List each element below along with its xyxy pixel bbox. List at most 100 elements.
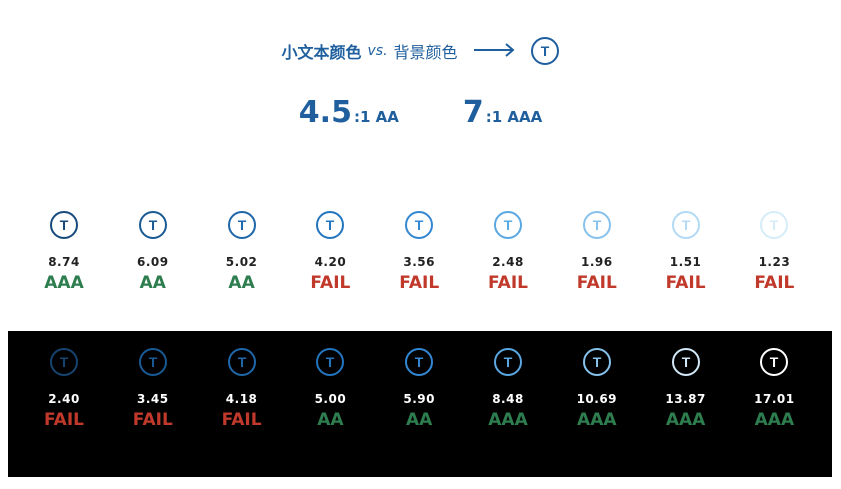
light-sample: T 6.09 AA xyxy=(113,194,193,340)
text-circle-icon: T xyxy=(315,210,345,240)
arrow-right-icon xyxy=(473,42,516,61)
wcag-grade: AAA xyxy=(665,410,706,430)
text-circle-icon: T xyxy=(138,210,168,240)
background-label: 背景颜色 xyxy=(393,43,458,62)
contrast-ratio-value: 17.01 xyxy=(754,392,795,406)
contrast-ratio-value: 3.45 xyxy=(136,392,169,406)
dark-sample: T 13.87 AAA xyxy=(646,331,726,477)
svg-text:T: T xyxy=(504,354,513,370)
svg-text:T: T xyxy=(593,354,602,370)
wcag-grade: FAIL xyxy=(754,273,795,293)
dark-sample: T 10.69 AAA xyxy=(557,331,637,477)
dark-sample: T 8.48 AAA xyxy=(468,331,548,477)
contrast-ratio-value: 5.02 xyxy=(225,255,258,269)
light-sample: T 8.74 AAA xyxy=(24,194,104,340)
text-circle-icon: T xyxy=(582,347,612,377)
text-circle-icon: T xyxy=(759,347,789,377)
svg-text:T: T xyxy=(415,217,424,233)
wcag-grade: AAA xyxy=(754,410,795,430)
contrast-ratio-value: 8.48 xyxy=(492,392,524,406)
wcag-grade: FAIL xyxy=(132,410,173,430)
svg-text:T: T xyxy=(149,354,158,370)
text-circle-icon: T xyxy=(759,210,789,240)
svg-text:T: T xyxy=(504,217,513,233)
wcag-grade: FAIL xyxy=(665,273,706,293)
svg-text:T: T xyxy=(237,354,246,370)
ratio-aaa-value: 7 xyxy=(462,95,484,130)
wcag-grade: FAIL xyxy=(576,273,617,293)
dark-sample: T 2.40 FAIL xyxy=(24,331,104,477)
dark-sample: T 3.45 FAIL xyxy=(113,331,193,477)
contrast-ratio-value: 3.56 xyxy=(403,255,435,269)
text-circle-icon: T xyxy=(49,347,79,377)
svg-text:T: T xyxy=(60,354,69,370)
dark-sample: T 5.90 AA xyxy=(379,331,459,477)
wcag-grade: AA xyxy=(406,410,433,430)
light-sample: T 1.96 FAIL xyxy=(557,194,637,340)
wcag-grade: AA xyxy=(317,410,344,430)
svg-text:T: T xyxy=(237,217,246,233)
contrast-ratio-value: 4.18 xyxy=(225,392,258,406)
text-circle-icon: T xyxy=(493,347,523,377)
dark-sample: T 5.00 AA xyxy=(290,331,370,477)
contrast-ratio-value: 2.48 xyxy=(492,255,524,269)
contrast-ratio-value: 2.40 xyxy=(48,392,80,406)
wcag-grade: AAA xyxy=(44,273,84,293)
text-circle-icon: T xyxy=(493,210,523,240)
light-sample: T 5.02 AA xyxy=(202,194,282,340)
svg-text:T: T xyxy=(681,354,690,370)
ratio-aa-value: 4.5 xyxy=(298,95,352,130)
text-circle-icon: T xyxy=(227,210,257,240)
contrast-ratio-value: 13.87 xyxy=(665,392,706,406)
contrast-ratio-value: 8.74 xyxy=(48,255,80,269)
light-sample: T 4.20 FAIL xyxy=(290,194,370,340)
text-circle-icon: T xyxy=(582,210,612,240)
wcag-grade: AA xyxy=(139,273,166,293)
svg-text:T: T xyxy=(326,354,335,370)
text-circle-icon: T xyxy=(315,347,345,377)
contrast-ratio-value: 1.96 xyxy=(580,255,613,269)
ratio-aaa: 7 :1 AAA xyxy=(463,95,542,130)
light-sample: T 2.48 FAIL xyxy=(468,194,548,340)
svg-text:T: T xyxy=(415,354,424,370)
contrast-ratio-value: 5.00 xyxy=(314,392,347,406)
light-sample: T 1.51 FAIL xyxy=(646,194,726,340)
svg-text:T: T xyxy=(60,217,69,233)
svg-text:T: T xyxy=(770,354,779,370)
dark-background-row: T 2.40 FAIL T 3.45 FAIL T 4.18 FAIL T 5.00 AA T 5.90 A… xyxy=(8,331,832,477)
svg-text:T: T xyxy=(326,217,335,233)
contrast-ratio-value: 1.23 xyxy=(758,255,791,269)
text-circle-icon: T xyxy=(404,347,434,377)
ratio-aaa-suffix: :1 AAA xyxy=(485,108,543,126)
small-text-label: 小文本颜色 xyxy=(281,43,362,62)
ratio-aa-suffix: :1 AA xyxy=(353,108,399,126)
contrast-ratio-value: 6.09 xyxy=(136,255,169,269)
contrast-ratio-value: 5.90 xyxy=(403,392,435,406)
text-circle-icon: T xyxy=(404,210,434,240)
wcag-grade: AA xyxy=(228,273,255,293)
text-circle-icon: T xyxy=(227,347,257,377)
ratio-aa: 4.5 :1 AA xyxy=(299,95,399,130)
wcag-grade: FAIL xyxy=(488,273,528,293)
wcag-grade: FAIL xyxy=(44,410,84,430)
text-circle-icon: T xyxy=(530,36,560,66)
contrast-ratio-value: 10.69 xyxy=(576,392,618,406)
wcag-grade: FAIL xyxy=(310,273,351,293)
text-circle-icon: T xyxy=(49,210,79,240)
vs-label: vs. xyxy=(367,43,388,59)
wcag-grade: FAIL xyxy=(399,273,440,293)
wcag-grade: AAA xyxy=(488,410,528,430)
light-background-row: T 8.74 AAA T 6.09 AA T 5.02 AA T 4.20 FAIL T 3.56 FAIL… xyxy=(8,194,832,340)
light-sample: T 1.23 FAIL xyxy=(734,194,814,340)
text-circle-icon: T xyxy=(671,347,701,377)
svg-text:T: T xyxy=(593,217,602,233)
text-circle-icon: T xyxy=(671,210,701,240)
wcag-grade: FAIL xyxy=(221,410,262,430)
contrast-ratio-value: 1.51 xyxy=(669,255,702,269)
header-icon-letter: T xyxy=(540,43,549,59)
svg-text:T: T xyxy=(681,217,690,233)
svg-text:T: T xyxy=(770,217,779,233)
ratio-requirements: 4.5 :1 AA 7 :1 AAA xyxy=(0,95,841,130)
text-circle-icon: T xyxy=(138,347,168,377)
dark-sample: T 17.01 AAA xyxy=(734,331,814,477)
